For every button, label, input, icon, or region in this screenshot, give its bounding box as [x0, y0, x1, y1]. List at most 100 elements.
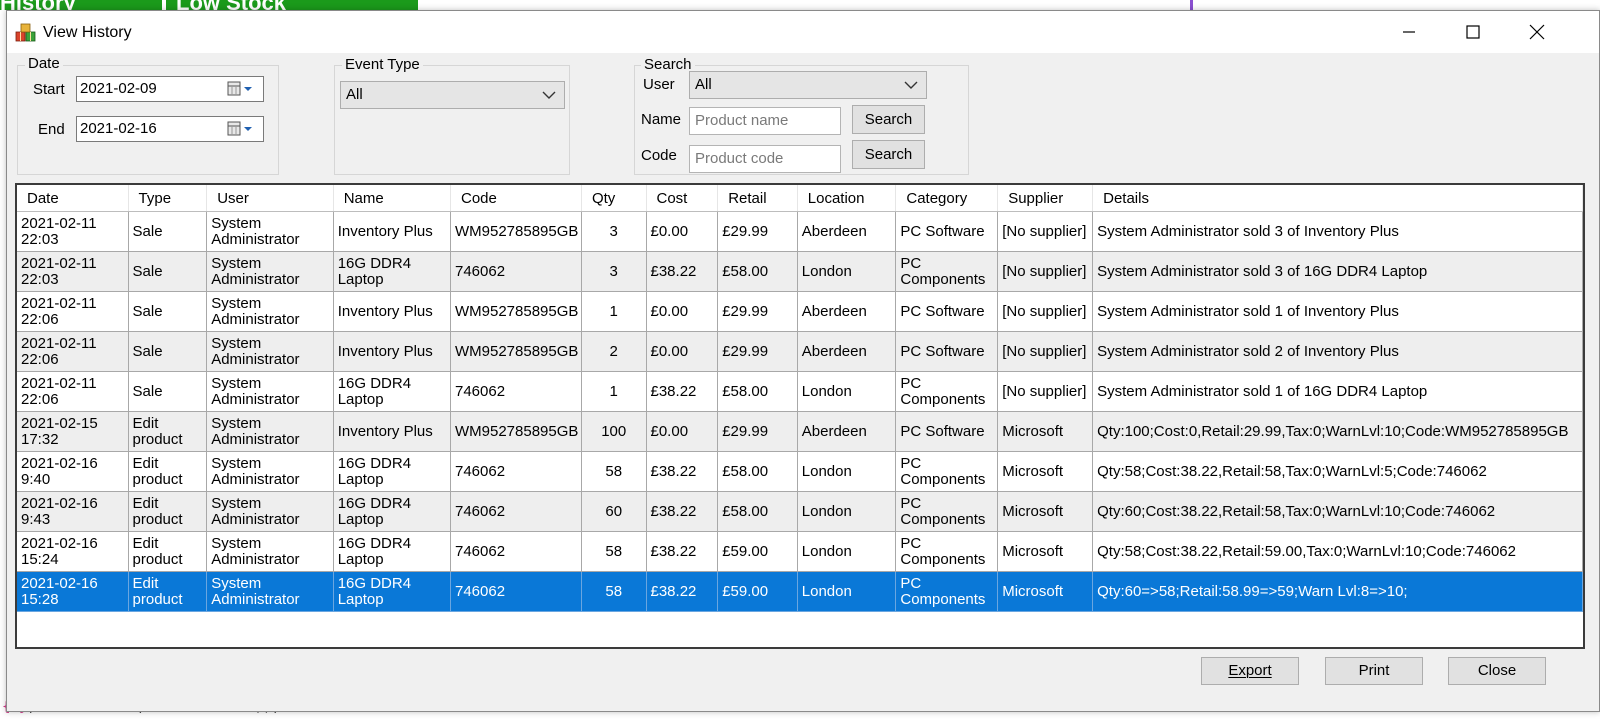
- close-button[interactable]: Close: [1448, 657, 1546, 685]
- product-code-input[interactable]: Product code: [689, 145, 841, 173]
- cell-name: 16G DDR4 Laptop: [333, 531, 451, 572]
- cell-retail: £58.00: [717, 371, 798, 412]
- cell-details: System Administrator sold 1 of 16G DDR4 …: [1092, 371, 1583, 412]
- cell-category: PC Components: [895, 371, 999, 412]
- cell-cost: £38.22: [646, 571, 719, 612]
- cell-details: Qty:58;Cost:38.22,Retail:59.00,Tax:0;War…: [1092, 531, 1583, 572]
- cell-type: Edit product: [128, 451, 208, 492]
- table-row[interactable]: 2021-02-16 9:43 Edit product System Admini…: [17, 491, 1583, 532]
- column-header[interactable]: Details: [1092, 185, 1583, 212]
- maximize-icon: [1466, 25, 1480, 39]
- search-name-button[interactable]: Search: [852, 105, 925, 134]
- event-type-selected: All: [346, 86, 363, 103]
- end-date-picker[interactable]: 2021-02-16: [76, 116, 264, 142]
- chevron-down-icon: [542, 91, 556, 99]
- maximize-button[interactable]: [1441, 11, 1505, 53]
- close-window-button[interactable]: [1505, 11, 1569, 53]
- cell-date: 2021-02-11 22:06: [17, 291, 129, 332]
- cell-user: System Administrator: [206, 411, 334, 452]
- cell-details: Qty:60;Cost:38.22,Retail:58,Tax:0;WarnLv…: [1092, 491, 1583, 532]
- cell-code: 746062: [450, 491, 582, 532]
- history-grid[interactable]: Date Type User Name Code Qty Cost Retail…: [15, 183, 1585, 649]
- cell-details: System Administrator sold 2 of Inventory…: [1092, 331, 1583, 372]
- cell-code: WM952785895GB: [450, 411, 582, 452]
- column-header[interactable]: User: [206, 185, 334, 212]
- print-button[interactable]: Print: [1325, 657, 1423, 685]
- minimize-icon: [1403, 31, 1415, 33]
- cell-details: Qty:58;Cost:38.22,Retail:58,Tax:0;WarnLv…: [1092, 451, 1583, 492]
- export-button[interactable]: Export: [1201, 657, 1299, 685]
- cell-user: System Administrator: [206, 571, 334, 612]
- column-header[interactable]: Category: [895, 185, 999, 212]
- cell-cost: £38.22: [646, 531, 719, 572]
- background-tab-history[interactable]: History: [0, 0, 162, 10]
- cell-location: Aberdeen: [797, 411, 897, 452]
- cell-supplier: [No supplier]: [997, 331, 1094, 372]
- table-row[interactable]: 2021-02-15 17:32 Edit product System Admin…: [17, 411, 1583, 452]
- cell-qty: 58: [581, 451, 647, 492]
- column-header[interactable]: Retail: [717, 185, 798, 212]
- calendar-dropdown-icon[interactable]: [227, 81, 255, 97]
- table-row[interactable]: 2021-02-11 22:03 Sale System Administrator…: [17, 251, 1583, 292]
- cell-supplier: Microsoft: [997, 451, 1094, 492]
- start-label: Start: [33, 81, 65, 98]
- cell-type: Sale: [128, 291, 208, 332]
- cell-supplier: [No supplier]: [997, 251, 1094, 292]
- table-row[interactable]: 2021-02-16 9:40 Edit product System Admini…: [17, 451, 1583, 492]
- column-header[interactable]: Type: [128, 185, 208, 212]
- column-header[interactable]: Supplier: [997, 185, 1094, 212]
- close-icon: [1529, 24, 1545, 40]
- table-row[interactable]: 2021-02-16 15:24 Edit product System Admin…: [17, 531, 1583, 572]
- column-header[interactable]: Location: [797, 185, 897, 212]
- column-header[interactable]: Qty: [581, 185, 647, 212]
- minimize-button[interactable]: [1377, 11, 1441, 53]
- cell-qty: 3: [581, 251, 647, 292]
- product-name-input[interactable]: Product name: [689, 107, 841, 135]
- cell-user: System Administrator: [206, 451, 334, 492]
- start-date-picker[interactable]: 2021-02-09: [76, 76, 264, 102]
- boxes-icon: [15, 23, 36, 42]
- table-row[interactable]: 2021-02-11 22:03 Sale System Administrator…: [17, 211, 1583, 252]
- cell-type: Edit product: [128, 411, 208, 452]
- cell-location: London: [797, 451, 897, 492]
- table-row[interactable]: 2021-02-16 15:28 Edit product System Admin…: [17, 571, 1583, 612]
- cell-supplier: Microsoft: [997, 531, 1094, 572]
- cell-details: System Administrator sold 1 of Inventory…: [1092, 291, 1583, 332]
- cell-date: 2021-02-15 17:32: [17, 411, 129, 452]
- cell-category: PC Software: [895, 331, 999, 372]
- cell-category: PC Components: [895, 451, 999, 492]
- column-header[interactable]: Date: [17, 185, 129, 212]
- title-bar[interactable]: View History: [7, 11, 1599, 53]
- cell-retail: £29.99: [717, 291, 798, 332]
- cell-code: WM952785895GB: [450, 291, 582, 332]
- background-tab-low-stock[interactable]: Low Stock: [166, 0, 418, 10]
- cell-user: System Administrator: [206, 371, 334, 412]
- calendar-dropdown-icon[interactable]: [227, 121, 255, 137]
- table-row[interactable]: 2021-02-11 22:06 Sale System Administrator…: [17, 291, 1583, 332]
- view-history-window: View History Date Start 2021-02-09 End 2…: [6, 10, 1600, 712]
- cell-date: 2021-02-16 15:24: [17, 531, 129, 572]
- cell-code: 746062: [450, 571, 582, 612]
- user-dropdown[interactable]: All: [689, 71, 927, 99]
- cell-cost: £38.22: [646, 491, 719, 532]
- end-date-value: 2021-02-16: [80, 120, 157, 137]
- cell-cost: £38.22: [646, 371, 719, 412]
- cell-supplier: Microsoft: [997, 411, 1094, 452]
- event-type-dropdown[interactable]: All: [340, 81, 565, 109]
- column-header[interactable]: Name: [333, 185, 451, 212]
- cell-user: System Administrator: [206, 291, 334, 332]
- column-header[interactable]: Code: [450, 185, 582, 212]
- cell-retail: £59.00: [717, 531, 798, 572]
- table-row[interactable]: 2021-02-11 22:06 Sale System Administrator…: [17, 371, 1583, 412]
- column-header[interactable]: Cost: [646, 185, 719, 212]
- cell-name: 16G DDR4 Laptop: [333, 571, 451, 612]
- table-row[interactable]: 2021-02-11 22:06 Sale System Administrator…: [17, 331, 1583, 372]
- cell-supplier: [No supplier]: [997, 291, 1094, 332]
- search-code-button[interactable]: Search: [852, 140, 925, 169]
- cell-supplier: [No supplier]: [997, 371, 1094, 412]
- grid-body: 2021-02-11 22:03 Sale System Administrator…: [17, 211, 1583, 612]
- chevron-down-icon: [904, 81, 918, 89]
- cell-name: Inventory Plus: [333, 411, 451, 452]
- user-selected: All: [695, 76, 712, 93]
- cell-category: PC Software: [895, 411, 999, 452]
